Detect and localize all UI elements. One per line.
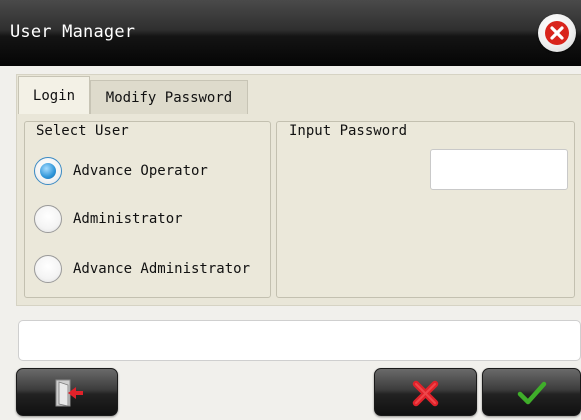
close-icon <box>545 21 569 45</box>
radio-administrator[interactable]: Administrator <box>34 203 183 235</box>
password-input[interactable] <box>430 149 568 190</box>
radio-button-checked[interactable] <box>34 157 62 185</box>
status-message-field <box>18 320 581 361</box>
tab-modify-password[interactable]: Modify Password <box>90 80 248 114</box>
radio-button[interactable] <box>34 205 62 233</box>
green-check-icon <box>517 381 547 405</box>
select-user-legend: Select User <box>33 122 132 140</box>
tab-login-label: Login <box>32 87 76 104</box>
exit-button[interactable] <box>16 368 118 416</box>
radio-advance-operator[interactable]: Advance Operator <box>34 155 208 187</box>
tab-login[interactable]: Login <box>18 76 90 114</box>
radio-label-advance-administrator: Advance Administrator <box>73 261 251 277</box>
input-password-legend: Input Password <box>286 122 411 140</box>
input-password-group <box>276 121 575 298</box>
radio-label-advance-operator: Advance Operator <box>73 163 208 179</box>
tab-modify-password-label: Modify Password <box>105 89 233 106</box>
red-x-icon <box>412 380 439 407</box>
ok-button[interactable] <box>482 368 581 416</box>
exit-door-icon <box>55 379 83 407</box>
close-button[interactable] <box>538 14 576 52</box>
radio-advance-administrator[interactable]: Advance Administrator <box>34 253 250 285</box>
window-title: User Manager <box>10 22 136 42</box>
title-bar: User Manager <box>0 0 581 66</box>
cancel-button[interactable] <box>374 368 477 416</box>
radio-label-administrator: Administrator <box>73 211 183 227</box>
radio-button[interactable] <box>34 255 62 283</box>
